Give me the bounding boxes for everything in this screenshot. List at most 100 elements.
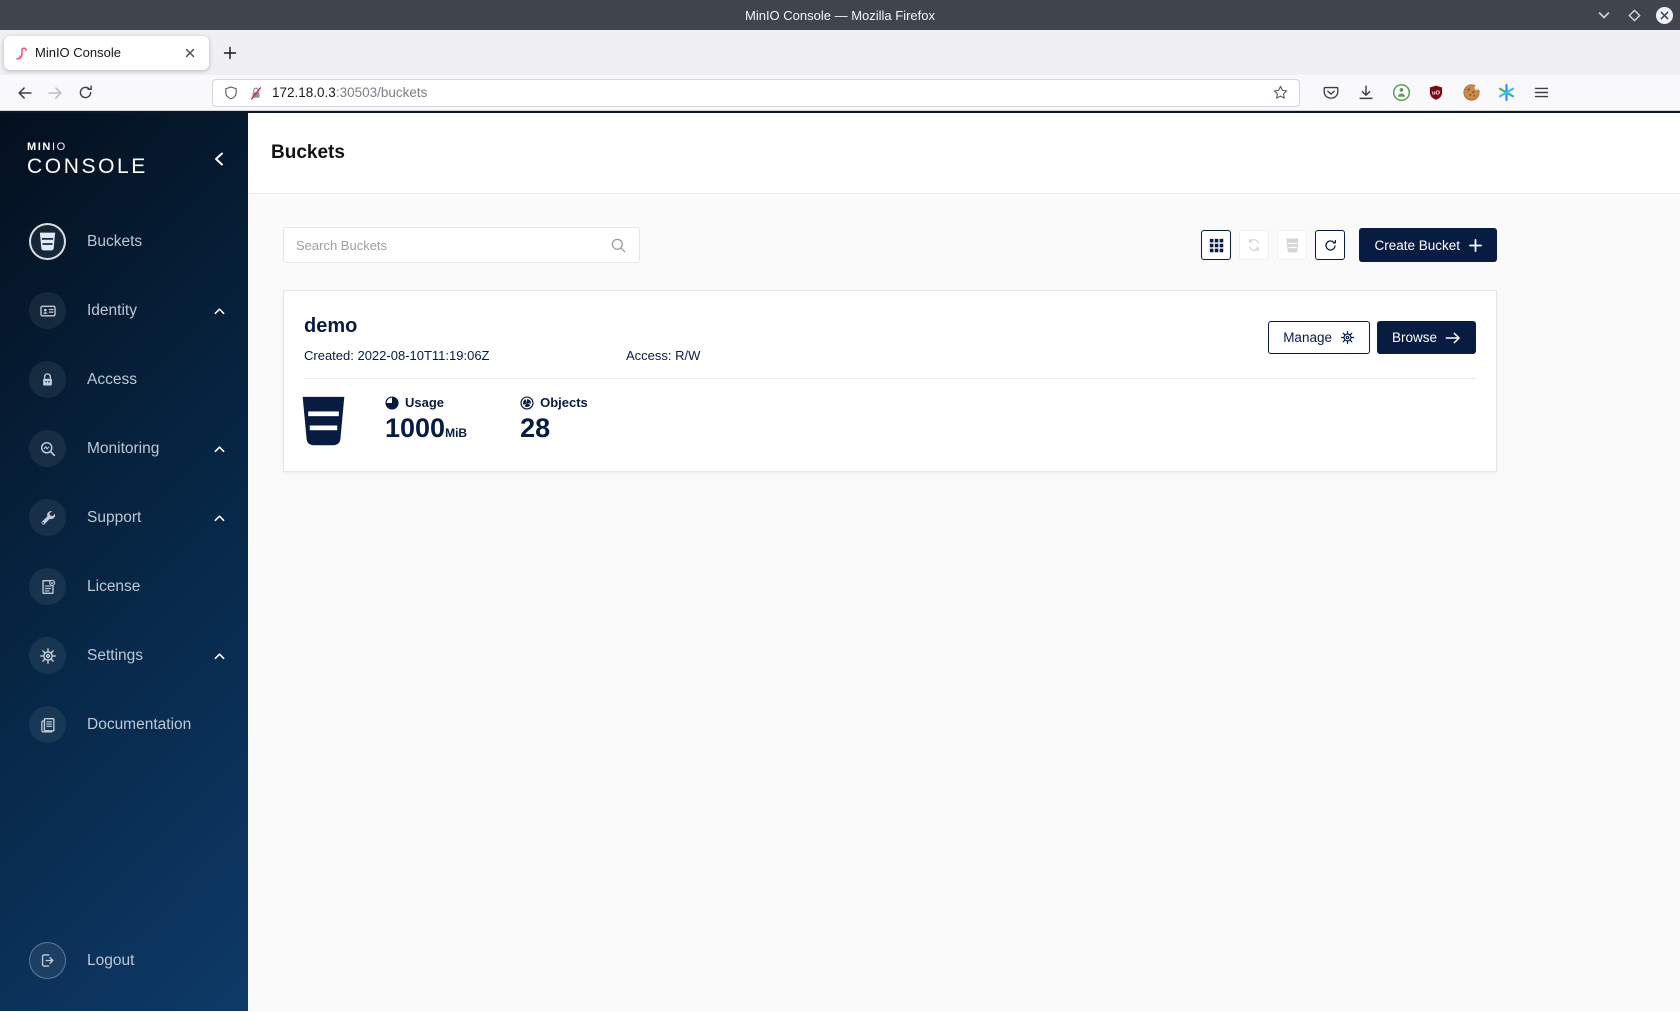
monitor-search-icon bbox=[29, 430, 66, 467]
gear-icon bbox=[1340, 330, 1355, 345]
bucket-card[interactable]: demo Created: 2022-08-10T11:19:06Z Acces… bbox=[283, 290, 1497, 472]
bucket-name[interactable]: demo bbox=[304, 315, 357, 338]
lock-icon bbox=[29, 361, 66, 398]
insecure-lock-icon[interactable] bbox=[248, 85, 264, 101]
bucket-created: Created: 2022-08-10T11:19:06Z bbox=[304, 348, 490, 363]
page-header: Buckets bbox=[248, 113, 1680, 194]
minio-console-logo: MINIO CONSOLE bbox=[0, 113, 248, 179]
sidebar-item-buckets[interactable]: Buckets bbox=[0, 207, 248, 276]
arrow-right-icon bbox=[1445, 332, 1460, 343]
browser-toolbar: 172.18.0.3:30503/buckets uO bbox=[0, 75, 1680, 111]
window-maximize-button[interactable] bbox=[1624, 5, 1644, 25]
documentation-icon bbox=[29, 706, 66, 743]
sidebar-item-label: Logout bbox=[87, 951, 135, 969]
tab-minio-console[interactable]: MinIO Console bbox=[4, 35, 209, 70]
sidebar-item-documentation[interactable]: Documentation bbox=[0, 690, 248, 759]
bookmark-star-icon[interactable] bbox=[1272, 84, 1289, 101]
new-tab-button[interactable] bbox=[219, 42, 241, 64]
sidebar-collapse-icon[interactable] bbox=[212, 151, 228, 167]
chevron-up-icon[interactable] bbox=[214, 514, 225, 522]
grid-icon bbox=[1209, 238, 1224, 252]
url-bar[interactable]: 172.18.0.3:30503/buckets bbox=[212, 78, 1300, 107]
create-bucket-button[interactable]: Create Bucket bbox=[1359, 228, 1497, 262]
console-wordmark: CONSOLE bbox=[27, 155, 148, 178]
main-content: Buckets Search Buckets Create Bucket dem… bbox=[248, 113, 1680, 1011]
forward-button[interactable] bbox=[40, 79, 70, 107]
privacy-extension-icon[interactable] bbox=[1390, 82, 1412, 104]
id-card-icon bbox=[29, 292, 66, 329]
logo-min: MIN bbox=[27, 141, 52, 153]
objects-label: Objects bbox=[540, 395, 588, 410]
multicolor-asterisk-extension-icon[interactable] bbox=[1495, 82, 1517, 104]
sidebar-item-label: Buckets bbox=[87, 232, 143, 250]
replication-arrows-icon bbox=[1249, 239, 1260, 251]
window-titlebar: MinIO Console — Mozilla Firefox bbox=[0, 0, 1680, 30]
manage-label: Manage bbox=[1283, 330, 1332, 345]
sidebar-item-label: Settings bbox=[87, 646, 144, 664]
bucket-access: Access: R/W bbox=[626, 348, 701, 363]
chevron-up-icon[interactable] bbox=[214, 445, 225, 453]
tracking-shield-icon[interactable] bbox=[223, 85, 239, 101]
refresh-icon bbox=[1325, 239, 1336, 251]
url-host: 172.18.0.3 bbox=[272, 85, 336, 100]
sidebar-item-access[interactable]: Access bbox=[0, 345, 248, 414]
page-title: Buckets bbox=[271, 142, 345, 163]
grid-view-button[interactable] bbox=[1201, 230, 1232, 260]
window-close-button[interactable] bbox=[1654, 5, 1674, 25]
sidebar: MINIO CONSOLE Buckets Identity Access Mo… bbox=[0, 113, 248, 1011]
downloads-icon[interactable] bbox=[1355, 82, 1377, 104]
refresh-button[interactable] bbox=[1315, 230, 1346, 260]
firefox-logo-icon bbox=[10, 5, 30, 25]
usage-pie-icon bbox=[385, 395, 399, 410]
bucket-large-icon bbox=[302, 396, 345, 446]
manage-button[interactable]: Manage bbox=[1268, 321, 1370, 354]
url-path: :30503/buckets bbox=[335, 85, 428, 100]
objects-icon bbox=[520, 395, 534, 410]
extension-toolbar: uO bbox=[1320, 82, 1552, 104]
svg-text:uO: uO bbox=[1432, 90, 1441, 96]
usage-unit: MiB bbox=[445, 426, 468, 440]
url-text[interactable]: 172.18.0.3:30503/buckets bbox=[272, 85, 1272, 100]
chevron-up-icon[interactable] bbox=[214, 652, 225, 660]
hamburger-menu-icon[interactable] bbox=[1530, 82, 1552, 104]
sidebar-item-label: Access bbox=[87, 370, 137, 388]
sidebar-item-identity[interactable]: Identity bbox=[0, 276, 248, 345]
sidebar-item-settings[interactable]: Settings bbox=[0, 621, 248, 690]
sidebar-item-label: Documentation bbox=[87, 715, 192, 733]
support-wrench-icon bbox=[29, 499, 66, 536]
plus-icon bbox=[1469, 238, 1482, 252]
sidebar-item-label: Support bbox=[87, 508, 142, 526]
search-input[interactable] bbox=[296, 237, 610, 253]
tab-title: MinIO Console bbox=[35, 45, 121, 60]
back-button[interactable] bbox=[10, 79, 40, 107]
sidebar-item-monitoring[interactable]: Monitoring bbox=[0, 414, 248, 483]
usage-value: 1000 bbox=[385, 413, 446, 443]
sidebar-item-label: Identity bbox=[87, 301, 137, 319]
sidebar-item-logout[interactable]: Logout bbox=[0, 926, 248, 995]
chevron-up-icon[interactable] bbox=[214, 307, 225, 315]
usage-metric: Usage 1000MiB bbox=[385, 395, 467, 442]
minio-wordmark: MINIO bbox=[27, 141, 225, 153]
set-replication-button bbox=[1239, 230, 1270, 260]
logout-icon bbox=[29, 942, 66, 979]
ublock-origin-icon[interactable]: uO bbox=[1425, 82, 1447, 104]
bucket-small-icon bbox=[1286, 238, 1299, 252]
bucket-toolbar: Create Bucket bbox=[1201, 228, 1497, 262]
sidebar-item-license[interactable]: License bbox=[0, 552, 248, 621]
reload-button[interactable] bbox=[70, 79, 100, 107]
license-icon bbox=[29, 568, 66, 605]
gear-icon bbox=[29, 637, 66, 674]
window-minimize-button[interactable] bbox=[1594, 5, 1614, 25]
pocket-icon[interactable] bbox=[1320, 82, 1342, 104]
browse-button[interactable]: Browse bbox=[1376, 321, 1476, 354]
tab-favicon-flamingo-icon bbox=[16, 47, 27, 60]
sidebar-item-support[interactable]: Support bbox=[0, 483, 248, 552]
window-title: MinIO Console — Mozilla Firefox bbox=[745, 7, 935, 23]
search-box[interactable] bbox=[283, 227, 640, 263]
objects-metric: Objects 28 bbox=[520, 395, 588, 442]
tab-bar: MinIO Console bbox=[0, 30, 1680, 75]
browse-label: Browse bbox=[1391, 330, 1437, 345]
tab-close-icon[interactable] bbox=[179, 42, 201, 64]
logo-io: IO bbox=[51, 141, 67, 153]
cookie-extension-icon[interactable] bbox=[1460, 82, 1482, 104]
